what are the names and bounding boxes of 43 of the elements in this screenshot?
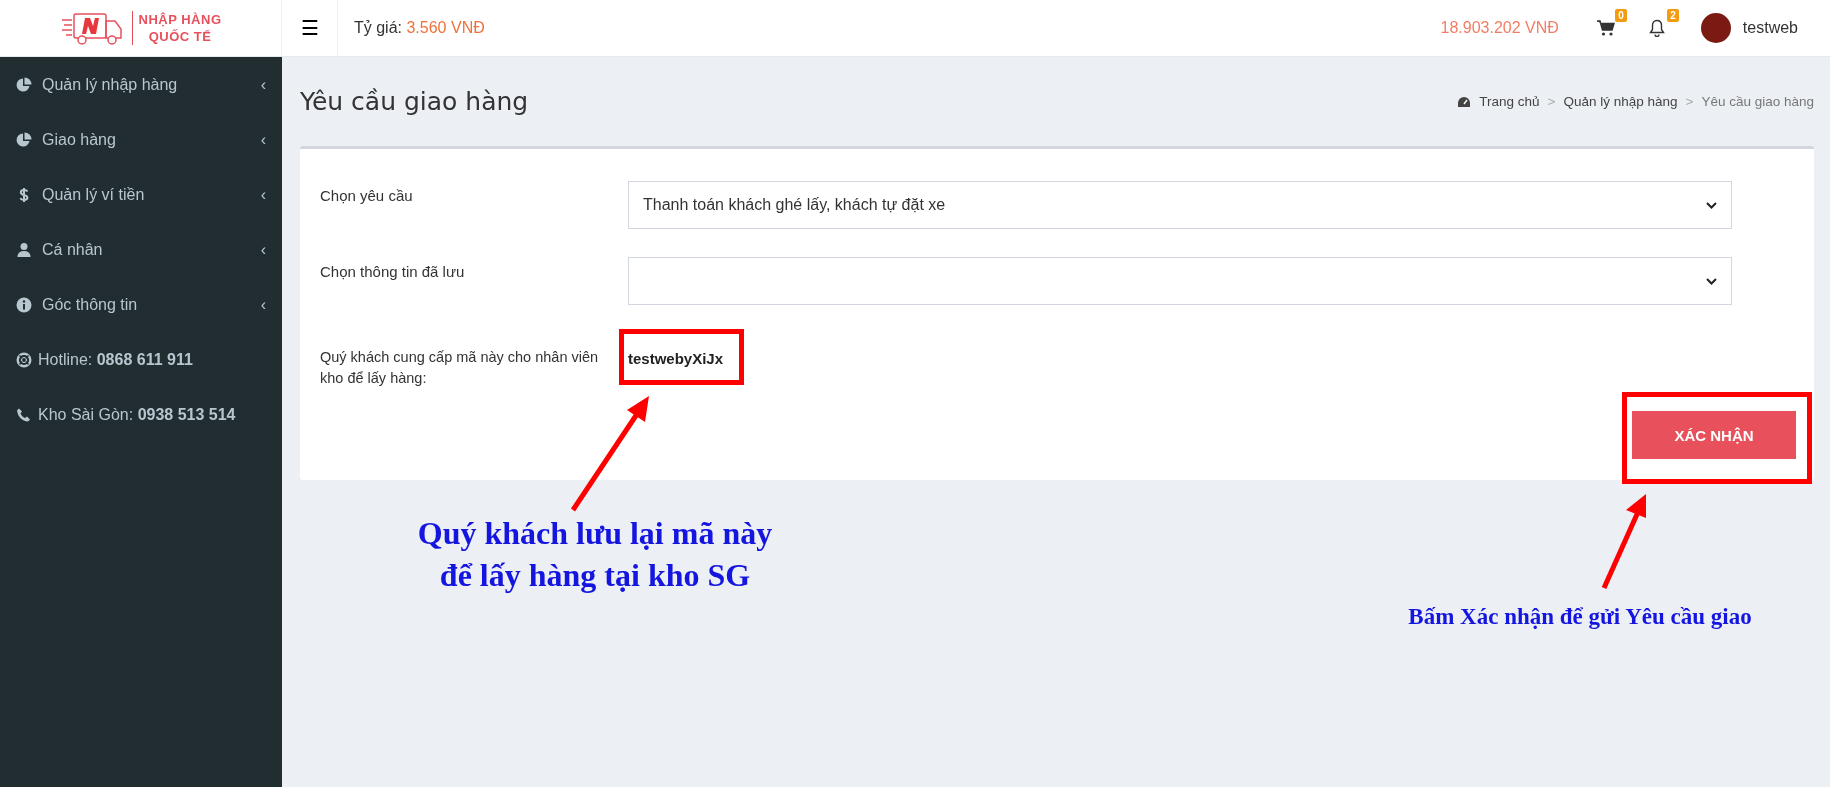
info-icon — [16, 296, 32, 313]
menu-button[interactable]: ☰ — [282, 0, 338, 57]
breadcrumb-link[interactable]: Trang chủ — [1479, 94, 1540, 109]
dashboard-icon — [1457, 95, 1472, 108]
contact-text: Kho Sài Gòn: 0938 513 514 — [38, 405, 236, 424]
cart-icon — [1596, 20, 1615, 36]
sidebar-item[interactable]: Quản lý ví tiền ‹ — [0, 167, 282, 222]
sidebar-item[interactable]: Quản lý nhập hàng ‹ — [0, 57, 282, 112]
page-title: Yêu cầu giao hàng — [300, 87, 530, 116]
select-field[interactable]: Thanh toán khách ghé lấy, khách tự đặt xe — [628, 181, 1732, 229]
balance-amount: 18.903.202 VNĐ — [1440, 19, 1559, 37]
exchange-rate: Tỷ giá: 3.560 VNĐ — [354, 19, 485, 37]
phone-icon — [16, 406, 32, 423]
avatar[interactable] — [1700, 13, 1731, 43]
delivery-truck-logo — [59, 10, 124, 46]
sidebar-item[interactable]: Góc thông tin ‹ — [0, 277, 282, 332]
bell-icon — [1648, 19, 1665, 37]
pie-chart-icon — [16, 76, 32, 93]
field-label: Chọn thông tin đã lưu — [320, 262, 466, 282]
pie-chart-icon — [16, 131, 32, 148]
cart-count: 0 — [1615, 9, 1627, 22]
chevron-down-icon — [1706, 201, 1717, 209]
code-label: Quý khách cung cấp mã này cho nhân viên kho để lấy hàng: — [320, 348, 600, 388]
breadcrumb-separator: > — [1547, 94, 1556, 109]
person-icon — [16, 241, 32, 258]
confirm-button[interactable]: XÁC NHẬN — [1632, 411, 1796, 459]
sidebar-item[interactable]: Cá nhân ‹ — [0, 222, 282, 277]
contact-text: Hotline: 0868 611 911 — [38, 350, 193, 369]
logo-text: QUỐC TẾ — [148, 28, 212, 45]
breadcrumb-current: Yêu cầu giao hàng — [1701, 94, 1814, 109]
annotation-text: Bấm Xác nhận để gửi Yêu cầu giao — [1407, 603, 1753, 631]
lifebuoy-icon — [16, 351, 32, 368]
logo-text: NHẬP HÀNG — [138, 11, 222, 28]
field-label: Chọn yêu cầu — [320, 186, 414, 206]
breadcrumb-link[interactable]: Quản lý nhập hàng — [1563, 94, 1678, 109]
pickup-code: testwebyXiJx — [628, 349, 724, 369]
breadcrumb-separator: > — [1685, 94, 1694, 109]
username[interactable]: testweb — [1742, 19, 1798, 37]
notification-count: 2 — [1667, 9, 1679, 22]
chevron-down-icon — [1706, 277, 1717, 285]
sidebar-item[interactable]: Giao hàng ‹ — [0, 112, 282, 167]
annotation-text: Quý khách lưu lại mã này để lấy hàng tại kho SG — [416, 514, 774, 595]
select-field[interactable] — [628, 257, 1732, 305]
